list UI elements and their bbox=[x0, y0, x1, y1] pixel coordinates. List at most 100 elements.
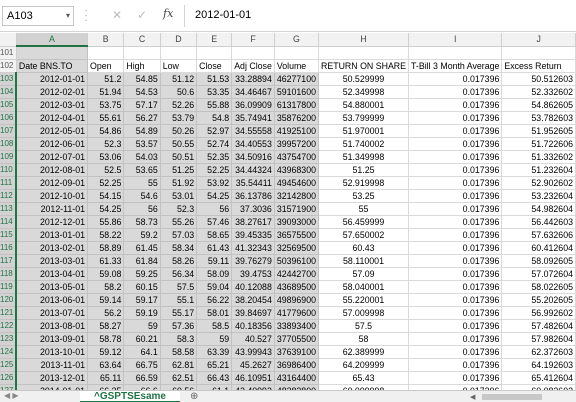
cell[interactable]: 59 bbox=[196, 332, 233, 346]
enter-icon[interactable]: ✓ bbox=[137, 8, 147, 22]
cell[interactable]: 57.17 bbox=[123, 98, 161, 112]
cell[interactable]: 65.412604 bbox=[501, 371, 576, 385]
cell[interactable]: 58.78 bbox=[87, 332, 125, 346]
cell[interactable]: 66.75 bbox=[123, 358, 161, 372]
cell[interactable]: 40.527 bbox=[231, 332, 275, 346]
cell[interactable]: 52.26 bbox=[160, 98, 198, 112]
next-sheet-icon[interactable]: ▶ bbox=[12, 391, 18, 400]
cell[interactable]: 0.017396 bbox=[408, 176, 503, 190]
cell[interactable]: 38.20454 bbox=[231, 293, 275, 307]
header-cell[interactable]: Open bbox=[87, 59, 125, 73]
formula-bar-grip-icon[interactable]: · · · bbox=[82, 6, 90, 26]
prev-sheet-icon[interactable]: ◀ bbox=[4, 391, 10, 400]
cell[interactable]: 57.009998 bbox=[318, 306, 410, 320]
cell[interactable]: 32569500 bbox=[274, 241, 319, 255]
cell[interactable]: 40.12088 bbox=[231, 280, 275, 294]
cell[interactable]: 51.349998 bbox=[318, 150, 410, 164]
cell[interactable] bbox=[318, 46, 410, 60]
cell[interactable]: 59 bbox=[123, 319, 161, 333]
cell[interactable]: 50.51 bbox=[160, 150, 198, 164]
header-cell[interactable]: Date BNS.TO bbox=[16, 59, 89, 73]
column-header-f[interactable]: F bbox=[231, 33, 275, 47]
cell[interactable]: 57.072604 bbox=[501, 267, 576, 281]
cell[interactable]: 65.21 bbox=[196, 358, 233, 372]
cell[interactable]: 58.09 bbox=[196, 267, 233, 281]
cell[interactable]: 0.017396 bbox=[408, 293, 503, 307]
sheet-tab-active[interactable]: ^GSPTSEsame bbox=[80, 391, 180, 402]
row-header[interactable]: 119 bbox=[0, 280, 18, 294]
cell[interactable]: 51.332602 bbox=[501, 150, 576, 164]
cell[interactable]: 53.782603 bbox=[501, 111, 576, 125]
cell[interactable]: 56.442603 bbox=[501, 215, 576, 229]
cell[interactable]: 59.2 bbox=[123, 228, 161, 242]
cell[interactable]: 52.3 bbox=[160, 202, 198, 216]
cell[interactable]: 0.017396 bbox=[408, 254, 503, 268]
cell[interactable]: 42442700 bbox=[274, 267, 319, 281]
cell[interactable]: 2012-05-01 bbox=[16, 124, 89, 138]
cell[interactable]: 61.43 bbox=[196, 241, 233, 255]
cell[interactable]: 51.970001 bbox=[318, 124, 410, 138]
cell[interactable]: 58.73 bbox=[123, 215, 161, 229]
header-cell[interactable]: High bbox=[123, 59, 161, 73]
cell[interactable]: 36575500 bbox=[274, 228, 319, 242]
cell[interactable]: 59.04 bbox=[196, 280, 233, 294]
cell[interactable]: 0.017396 bbox=[408, 306, 503, 320]
cell[interactable]: 54.862605 bbox=[501, 98, 576, 112]
cell[interactable]: 36.09909 bbox=[231, 98, 275, 112]
cell[interactable]: 2013-04-01 bbox=[16, 267, 89, 281]
cell[interactable]: 56.22 bbox=[196, 293, 233, 307]
cell[interactable]: 0.017396 bbox=[408, 163, 503, 177]
cell[interactable]: 0.017396 bbox=[408, 202, 503, 216]
cell[interactable]: 61.84 bbox=[123, 254, 161, 268]
row-header[interactable]: 113 bbox=[0, 202, 18, 216]
header-cell[interactable]: T-Bill 3 Month Average bbox=[408, 59, 503, 73]
cell[interactable]: 58.89 bbox=[87, 241, 125, 255]
cell[interactable]: 65.43 bbox=[318, 371, 410, 385]
cell[interactable]: 0.017396 bbox=[408, 98, 503, 112]
cell[interactable]: 58.65 bbox=[196, 228, 233, 242]
cell[interactable]: 53.01 bbox=[160, 189, 198, 203]
cell[interactable]: 51.92 bbox=[160, 176, 198, 190]
cell[interactable]: 0.017396 bbox=[408, 345, 503, 359]
cell[interactable]: 2012-09-01 bbox=[16, 176, 89, 190]
cell[interactable]: 50396100 bbox=[274, 254, 319, 268]
header-cell[interactable]: Volume bbox=[274, 59, 319, 73]
name-box-dropdown-icon[interactable]: ▾ bbox=[66, 11, 70, 20]
cell[interactable]: 54.25 bbox=[87, 202, 125, 216]
cell[interactable]: 52.332602 bbox=[501, 85, 576, 99]
cell[interactable]: 2012-03-01 bbox=[16, 98, 89, 112]
cell[interactable]: 0.017396 bbox=[408, 241, 503, 255]
row-header[interactable]: 122 bbox=[0, 319, 18, 333]
cell[interactable]: 56.2 bbox=[87, 306, 125, 320]
cell[interactable]: 64.209999 bbox=[318, 358, 410, 372]
row-header[interactable]: 106 bbox=[0, 111, 18, 125]
row-header[interactable]: 101 bbox=[0, 46, 17, 60]
cell[interactable] bbox=[231, 46, 275, 60]
cell[interactable] bbox=[16, 46, 89, 60]
cell[interactable]: 51.25 bbox=[318, 163, 410, 177]
cell[interactable]: 60.21 bbox=[123, 332, 161, 346]
cell[interactable]: 64.192603 bbox=[501, 358, 576, 372]
horizontal-scrollbar[interactable]: ◀ bbox=[470, 393, 576, 401]
column-header-e[interactable]: E bbox=[196, 33, 233, 47]
formula-input[interactable]: 2012-01-01 bbox=[184, 5, 576, 27]
cell[interactable] bbox=[408, 46, 503, 60]
cell[interactable]: 39.84697 bbox=[231, 306, 275, 320]
cell[interactable]: 57.09 bbox=[318, 267, 410, 281]
cell[interactable]: 57.46 bbox=[196, 215, 233, 229]
cell[interactable]: 0.017396 bbox=[408, 215, 503, 229]
cell[interactable]: 39957200 bbox=[274, 137, 319, 151]
cell[interactable]: 52.902602 bbox=[501, 176, 576, 190]
cell[interactable]: 61.45 bbox=[123, 241, 161, 255]
row-header[interactable]: 123 bbox=[0, 332, 18, 346]
cell[interactable]: 0.017396 bbox=[408, 72, 503, 86]
cell[interactable]: 59.17 bbox=[123, 293, 161, 307]
cell[interactable]: 52.349998 bbox=[318, 85, 410, 99]
cell[interactable]: 55.17 bbox=[160, 306, 198, 320]
cell[interactable]: 54.880001 bbox=[318, 98, 410, 112]
cell[interactable]: 43968300 bbox=[274, 163, 319, 177]
header-cell[interactable]: Excess Return bbox=[501, 59, 576, 73]
header-cell[interactable]: RETURN ON SHARE bbox=[318, 59, 410, 73]
cell[interactable]: 63.64 bbox=[87, 358, 125, 372]
cell[interactable]: 50.529999 bbox=[318, 72, 410, 86]
